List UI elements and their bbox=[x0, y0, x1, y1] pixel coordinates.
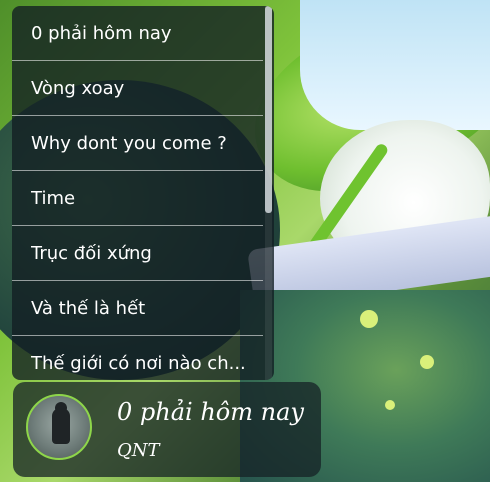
playlist-item-label: Time bbox=[31, 187, 76, 209]
background-sky bbox=[300, 0, 490, 130]
playlist-list: 0 phải hôm nay Vòng xoay Why dont you co… bbox=[12, 6, 263, 380]
playlist-item-label: Vòng xoay bbox=[31, 77, 125, 99]
avatar-figure bbox=[52, 408, 70, 444]
playlist-panel[interactable]: 0 phải hôm nay Vòng xoay Why dont you co… bbox=[12, 6, 274, 380]
playlist-item[interactable]: Time bbox=[12, 171, 263, 226]
background-dot bbox=[360, 310, 378, 328]
playlist-item-label: Và thế là hết bbox=[31, 297, 146, 319]
background-dot bbox=[385, 400, 395, 410]
playlist-item-label: 0 phải hôm nay bbox=[31, 22, 172, 44]
now-playing-card[interactable]: 0 phải hôm nay QNT bbox=[13, 382, 321, 477]
app-window: 0 phải hôm nay Vòng xoay Why dont you co… bbox=[0, 0, 490, 482]
playlist-item[interactable]: Thế giới có nơi nào ch... bbox=[12, 336, 263, 380]
playlist-item[interactable]: 0 phải hôm nay bbox=[12, 6, 263, 61]
album-art-avatar[interactable] bbox=[26, 394, 92, 460]
now-playing-title: 0 phải hôm nay bbox=[117, 398, 304, 426]
playlist-item[interactable]: Trục đối xứng bbox=[12, 226, 263, 281]
playlist-item[interactable]: Vòng xoay bbox=[12, 61, 263, 116]
playlist-item-label: Thế giới có nơi nào ch... bbox=[31, 353, 246, 374]
background-dot bbox=[420, 355, 434, 369]
playlist-scrollbar[interactable] bbox=[265, 6, 272, 380]
playlist-scrollbar-thumb[interactable] bbox=[265, 6, 272, 213]
now-playing-artist: QNT bbox=[117, 440, 160, 461]
playlist-item[interactable]: Và thế là hết bbox=[12, 281, 263, 336]
playlist-item[interactable]: Why dont you come ? bbox=[12, 116, 263, 171]
playlist-item-label: Trục đối xứng bbox=[31, 242, 152, 264]
playlist-item-label: Why dont you come ? bbox=[31, 132, 227, 154]
